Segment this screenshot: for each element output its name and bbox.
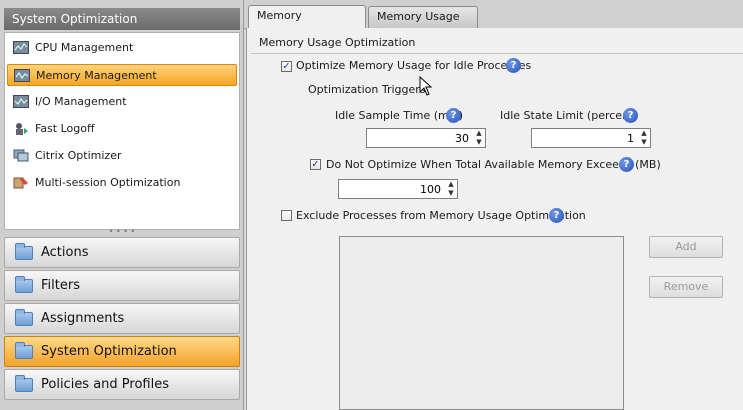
- memory-management-panel: Memory Usage Optimization ✓ Optimize Mem…: [246, 28, 743, 410]
- subitem-fast-logoff[interactable]: Fast Logoff: [7, 118, 237, 140]
- fast-logoff-icon: [16, 123, 28, 135]
- idle-sample-stepper[interactable]: ▲▼: [366, 128, 486, 148]
- subitem-citrix-optimizer[interactable]: Citrix Optimizer: [7, 145, 237, 167]
- folder-icon: [15, 309, 33, 326]
- remove-button[interactable]: Remove: [649, 276, 723, 298]
- subitem-memory-management[interactable]: Memory Management: [7, 64, 237, 86]
- memory-threshold-input[interactable]: [339, 180, 445, 198]
- do-not-optimize-label: Do Not Optimize When Total Available Mem…: [326, 158, 661, 171]
- folder-icon: [15, 342, 33, 359]
- sidebar-splitter[interactable]: • • • •: [4, 228, 240, 236]
- nav-label: System Optimization: [41, 344, 177, 359]
- help-icon[interactable]: ?: [549, 208, 564, 223]
- optimize-idle-label: Optimize Memory Usage for Idle Processes: [296, 59, 532, 72]
- optimization-triggers-label: Optimization Triggers: [308, 83, 426, 96]
- nav-actions[interactable]: Actions: [4, 237, 240, 268]
- nav-label: Filters: [41, 278, 80, 293]
- subitem-cpu-management[interactable]: CPU Management: [7, 37, 237, 59]
- subitem-multi-session-optimization[interactable]: Multi-session Optimization: [7, 172, 237, 194]
- stepper-arrows[interactable]: ▲ ▼: [445, 180, 457, 198]
- excluded-processes-list[interactable]: [339, 236, 624, 410]
- help-icon[interactable]: ?: [506, 58, 521, 73]
- group-divider: [251, 53, 743, 54]
- nav-system-optimization[interactable]: System Optimization: [4, 336, 240, 367]
- folder-icon: [15, 243, 33, 260]
- subnav-list: CPU Management Memory Management I/O Man…: [4, 32, 240, 230]
- subitem-io-management[interactable]: I/O Management: [7, 91, 237, 113]
- subitem-label: Citrix Optimizer: [35, 149, 122, 162]
- stepper-arrows[interactable]: ▲ ▼: [473, 129, 485, 147]
- sidebar-header: System Optimization: [4, 8, 240, 30]
- folder-icon: [15, 375, 33, 392]
- memory-threshold-stepper[interactable]: ▲▼: [338, 179, 458, 199]
- cpu-icon: [13, 41, 29, 54]
- memory-icon: [14, 69, 30, 82]
- idle-state-input[interactable]: [532, 129, 638, 147]
- nav-assignments[interactable]: Assignments: [4, 303, 240, 334]
- subitem-label: Fast Logoff: [35, 122, 95, 135]
- do-not-optimize-checkbox[interactable]: ✓: [310, 159, 321, 170]
- optimize-idle-checkbox[interactable]: ✓: [281, 61, 292, 72]
- mouse-cursor-icon: [419, 76, 433, 96]
- nav-label: Policies and Profiles: [41, 377, 170, 392]
- nav-filters[interactable]: Filters: [4, 270, 240, 301]
- citrix-optimizer-icon: [13, 149, 29, 162]
- io-icon: [13, 95, 29, 108]
- nav-label: Actions: [41, 245, 89, 260]
- nav-policies-and-profiles[interactable]: Policies and Profiles: [4, 369, 240, 400]
- exclude-processes-label: Exclude Processes from Memory Usage Opti…: [296, 209, 586, 222]
- idle-sample-label: Idle Sample Time (min): [335, 109, 464, 122]
- idle-state-label: Idle State Limit (percent): [500, 109, 638, 122]
- idle-state-stepper[interactable]: ▲▼: [531, 128, 651, 148]
- subitem-label: CPU Management: [35, 41, 134, 54]
- subitem-label: I/O Management: [35, 95, 127, 108]
- subitem-label: Multi-session Optimization: [35, 176, 181, 189]
- exclude-processes-checkbox[interactable]: [281, 210, 292, 221]
- help-icon[interactable]: ?: [623, 108, 638, 123]
- help-icon[interactable]: ?: [619, 157, 634, 172]
- help-icon[interactable]: ?: [446, 108, 461, 123]
- tab-bar: Memory Management Memory Usage Limit: [244, 0, 743, 43]
- tab-memory-management[interactable]: Memory Management: [248, 5, 366, 42]
- multi-session-icon: [13, 177, 28, 189]
- add-button[interactable]: Add: [649, 236, 723, 258]
- idle-sample-input[interactable]: [367, 129, 473, 147]
- stepper-arrows[interactable]: ▲ ▼: [638, 129, 650, 147]
- subitem-label: Memory Management: [36, 69, 157, 82]
- group-title: Memory Usage Optimization: [259, 36, 416, 49]
- sidebar: System Optimization CPU Management Memor…: [0, 0, 244, 410]
- folder-icon: [15, 276, 33, 293]
- nav-label: Assignments: [41, 311, 125, 326]
- tab-memory-usage-limit[interactable]: Memory Usage Limit: [368, 6, 478, 43]
